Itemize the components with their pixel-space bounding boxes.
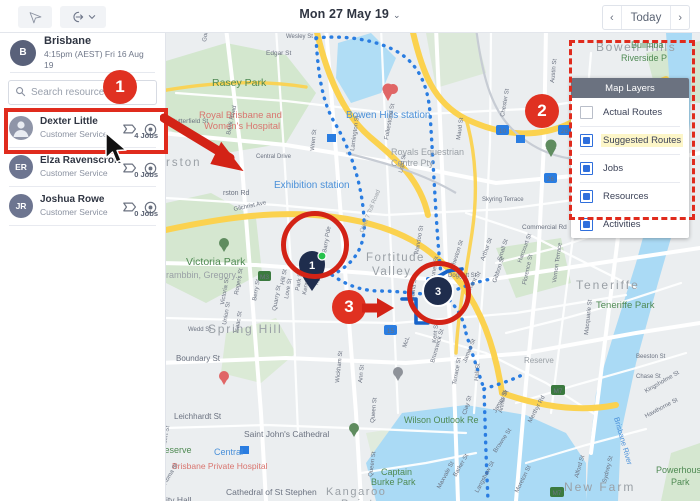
svg-text:3: 3 — [435, 286, 441, 298]
resource-marker-3: 3 — [422, 275, 454, 307]
resource-role: Customer Service — [40, 129, 108, 140]
avatar — [9, 116, 33, 140]
jobs-count: 4 Jobs — [134, 131, 158, 140]
checkbox[interactable] — [580, 189, 593, 203]
svg-text:Wesley St: Wesley St — [286, 34, 313, 40]
checkbox[interactable] — [580, 161, 593, 175]
checkbox[interactable] — [580, 105, 593, 119]
svg-text:Park: Park — [671, 477, 690, 487]
svg-text:Central: Central — [214, 447, 243, 457]
date-selector[interactable]: Mon 27 May 19 ⌄ — [0, 7, 700, 21]
jobs-count: 0 Jobs — [134, 170, 158, 179]
svg-text:15: 15 — [387, 328, 395, 335]
top-toolbar: Mon 27 May 19 ⌄ ‹ Today › — [0, 0, 700, 33]
search-placeholder: Search resources — [31, 87, 110, 98]
svg-text:Wedd St: Wedd St — [188, 327, 211, 333]
resource-role: Customer Service — [40, 207, 108, 218]
map-layers-list: Actual Routes Suggested Routes Jobs Resourc… — [571, 98, 689, 238]
svg-text:Powerhouse: Powerhouse — [656, 465, 700, 475]
chevron-down-icon: ⌄ — [392, 10, 401, 20]
svg-text:26: 26 — [547, 176, 555, 183]
map-layers-title: Map Layers — [571, 78, 689, 98]
svg-text:Captain: Captain — [381, 467, 412, 477]
svg-text:Wilson Outlook Re: Wilson Outlook Re — [404, 415, 479, 425]
svg-text:rambbin, Gregory...: rambbin, Gregory... — [166, 270, 243, 280]
resource-row-elza-ravenscroft[interactable]: ER Elza Ravenscroft Customer Service 0 Jobs — [0, 148, 165, 186]
region-name: Brisbane — [44, 34, 92, 47]
svg-text:New Farm: New Farm — [564, 480, 635, 494]
svg-text:Reserve: Reserve — [524, 356, 554, 365]
svg-text:Victoria Park: Victoria Park — [186, 256, 246, 268]
svg-text:Women's Hospital: Women's Hospital — [204, 121, 280, 132]
date-label: Mon 27 May 19 — [299, 7, 389, 21]
map-layer-jobs[interactable]: Jobs — [571, 154, 689, 182]
map-layer-label: Jobs — [603, 162, 624, 174]
resource-row-joshua-rowe[interactable]: JR Joshua Rowe Customer Service 0 Jobs — [0, 187, 165, 225]
svg-text:Cathedral of St Stephen: Cathedral of St Stephen — [226, 487, 317, 497]
svg-text:Spring Hill: Spring Hill — [208, 322, 283, 336]
svg-text:Reserve: Reserve — [166, 445, 192, 455]
svg-text:Kangaroo: Kangaroo — [326, 486, 387, 498]
resource-role: Customer Service — [40, 168, 108, 179]
resource-name: Joshua Rowe — [40, 193, 105, 205]
map-layer-label: Activities — [603, 218, 641, 230]
map-layer-label: Resources — [603, 190, 649, 202]
region-time: 4:15pm (AEST) Fri 16 Aug 19 — [44, 49, 144, 70]
date-navigation: ‹ Today › — [601, 5, 690, 30]
svg-text:Teneriffe Park: Teneriffe Park — [596, 300, 655, 311]
map-layers-panel[interactable]: Map Layers Actual Routes Suggested Routes… — [571, 78, 689, 238]
map-layer-actual-routes[interactable]: Actual Routes — [571, 98, 689, 126]
svg-text:Boundary St: Boundary St — [176, 354, 221, 363]
svg-text:M7: M7 — [553, 388, 562, 395]
avatar: ER — [9, 155, 33, 179]
svg-text:ity Hall: ity Hall — [166, 495, 192, 501]
prev-day-button[interactable]: ‹ — [603, 6, 621, 29]
resource-row-dexter-little[interactable]: Dexter Little Customer Service 4 Jobs — [0, 109, 165, 147]
resource-list: Dexter Little Customer Service 4 Jobs ER Elz… — [0, 109, 165, 501]
checkbox[interactable] — [580, 217, 593, 231]
map[interactable]: .rd{stroke:#ffffff;fill:none;stroke-line… — [166, 33, 700, 501]
svg-text:Leichhardt St: Leichhardt St — [174, 412, 222, 421]
svg-text:Brisbane Private Hospital: Brisbane Private Hospital — [172, 461, 268, 471]
svg-text:Saint John's Cathedral: Saint John's Cathedral — [244, 429, 329, 439]
region-avatar: B — [10, 39, 36, 66]
svg-text:Rasey Park: Rasey Park — [212, 77, 267, 89]
svg-text:Central Drive: Central Drive — [256, 154, 292, 160]
map-layer-label: Actual Routes — [603, 106, 663, 118]
resources-sidebar: B Brisbane 4:15pm (AEST) Fri 16 Aug 19 S… — [0, 33, 166, 501]
jobs-count: 0 Jobs — [134, 209, 158, 218]
avatar: JR — [9, 194, 33, 218]
svg-text:Chase St: Chase St — [636, 374, 661, 380]
divider — [9, 225, 156, 226]
map-layer-suggested-routes[interactable]: Suggested Routes — [571, 126, 689, 154]
svg-text:1: 1 — [309, 260, 315, 272]
svg-text:Commercial Rd: Commercial Rd — [522, 224, 567, 231]
map-layer-resources[interactable]: Resources — [571, 182, 689, 210]
svg-text:M7: M7 — [552, 490, 561, 497]
map-layer-label: Suggested Routes — [601, 133, 684, 147]
svg-text:26: 26 — [561, 128, 569, 135]
resource-name: Elza Ravenscroft — [40, 154, 121, 166]
search-icon — [15, 84, 26, 102]
svg-text:Teneriffe: Teneriffe — [576, 278, 640, 292]
resource-name: Dexter Little — [40, 115, 98, 127]
svg-text:rston: rston — [166, 157, 202, 169]
svg-text:Royal Brisbane and: Royal Brisbane and — [199, 110, 282, 121]
region-header[interactable]: B Brisbane 4:15pm (AEST) Fri 16 Aug 19 — [0, 33, 165, 72]
checkbox[interactable] — [580, 133, 593, 147]
svg-text:Centre Pty: Centre Pty — [391, 158, 434, 168]
today-button[interactable]: Today — [622, 6, 671, 29]
svg-text:Beeston St: Beeston St — [636, 354, 666, 360]
svg-text:Riverside P: Riverside P — [621, 53, 667, 63]
svg-text:10: 10 — [499, 128, 507, 135]
svg-text:Valley: Valley — [372, 266, 411, 278]
search-input[interactable]: Search resources — [8, 80, 157, 105]
svg-text:Exhibition station: Exhibition station — [274, 180, 350, 191]
svg-text:Skyring Terrace: Skyring Terrace — [482, 197, 524, 203]
svg-text:Edgar St: Edgar St — [266, 50, 291, 57]
map-layer-activities[interactable]: Activities — [571, 210, 689, 238]
svg-text:rston Rd: rston Rd — [223, 190, 250, 197]
svg-text:Bulimba: Bulimba — [631, 40, 664, 50]
next-day-button[interactable]: › — [671, 6, 689, 29]
